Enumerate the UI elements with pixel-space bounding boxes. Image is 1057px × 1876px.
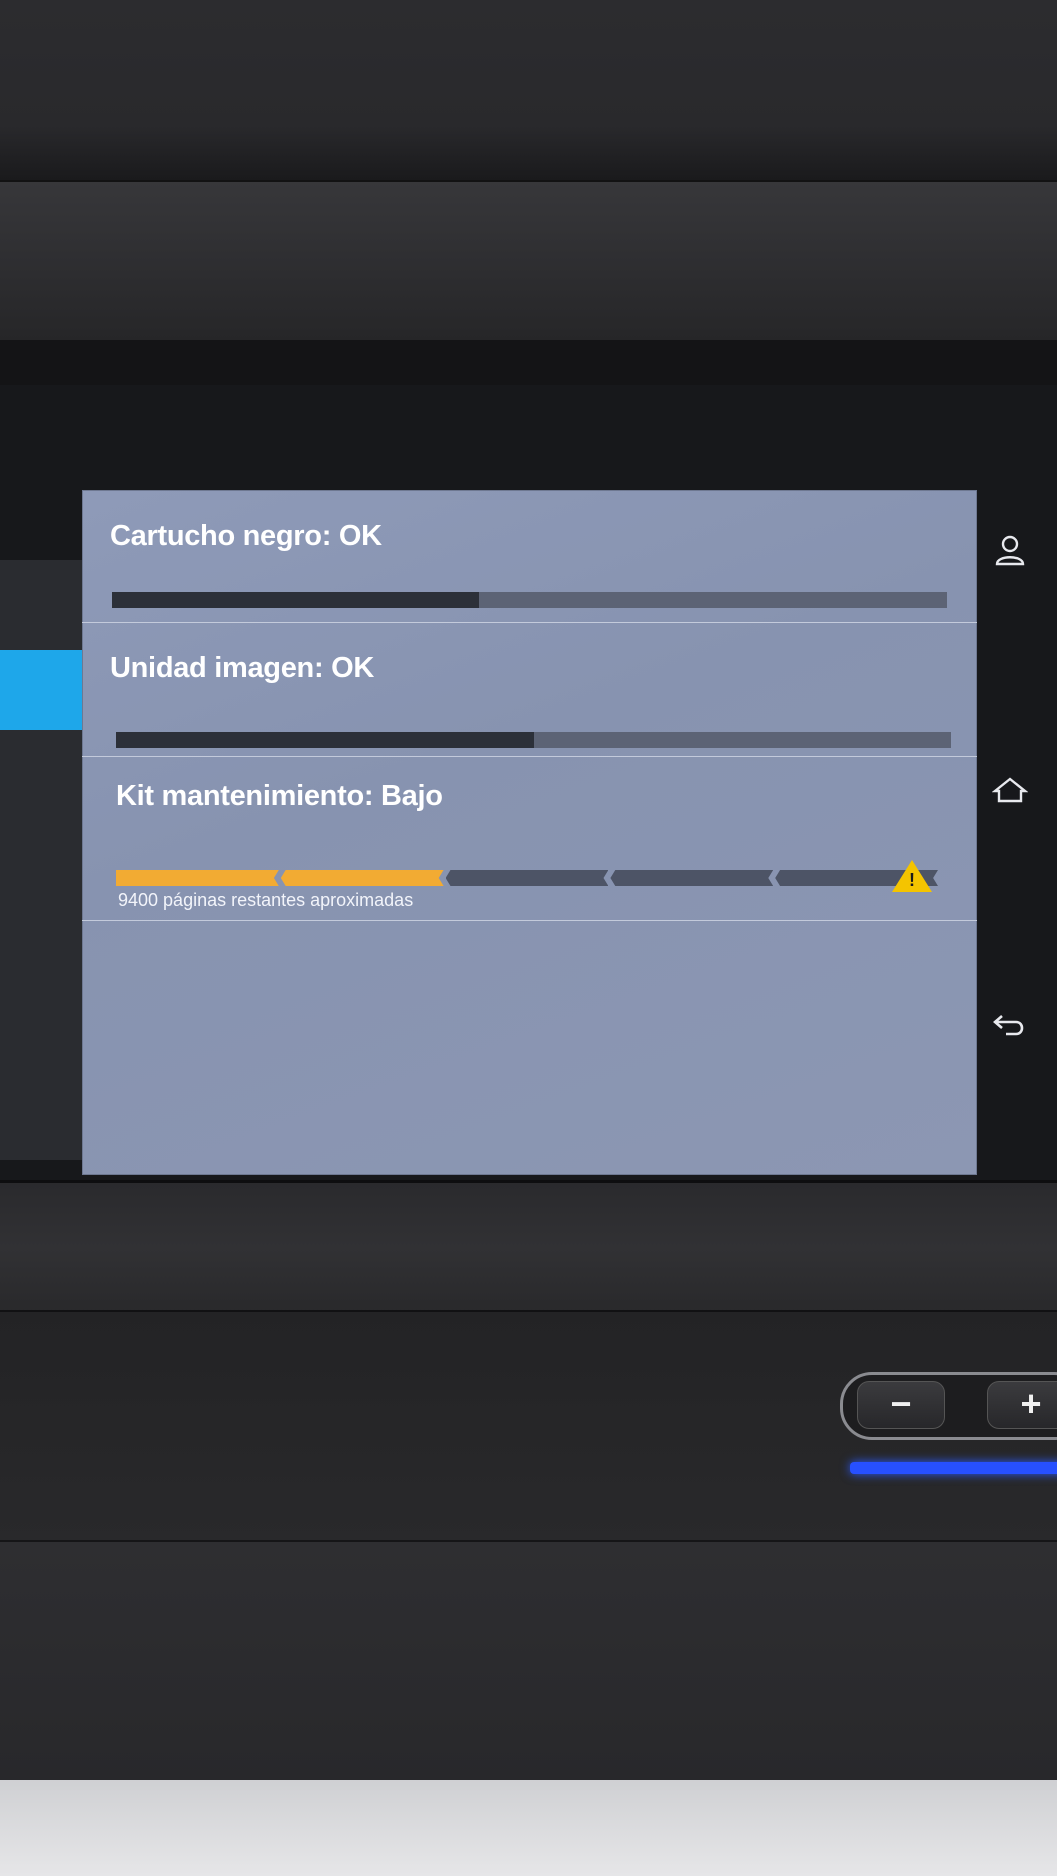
supply-level-bar	[116, 732, 951, 748]
screen-frame	[0, 340, 1057, 385]
background-app-accent	[0, 650, 88, 730]
segmented-level-bar	[116, 870, 940, 886]
status-light	[850, 1462, 1057, 1474]
supply-title: Unidad imagen: OK	[110, 652, 374, 684]
printer-scene: Cartucho negro: OK Unidad imagen: OK Kit…	[0, 0, 1057, 1876]
pages-remaining-note: 9400 páginas restantes aproximadas	[118, 890, 414, 910]
user-icon[interactable]	[985, 525, 1035, 575]
printer-top-housing	[0, 0, 1057, 180]
printer-upper-bezel	[0, 180, 1057, 342]
warning-exclamation-glyph: !	[909, 870, 915, 890]
supplies-status-panel: Cartucho negro: OK Unidad imagen: OK Kit…	[82, 490, 977, 1175]
volume-up-button[interactable]: +	[987, 1381, 1057, 1429]
level-segment-filled	[116, 870, 279, 886]
printer-lower-bezel	[0, 1180, 1057, 1313]
volume-control: − +	[840, 1372, 1057, 1440]
desk-surface	[0, 1780, 1057, 1876]
supply-level-fill	[116, 732, 534, 748]
level-segment-filled	[280, 870, 444, 886]
volume-down-button[interactable]: −	[857, 1381, 945, 1429]
supply-row-black-cartridge[interactable]: Cartucho negro: OK	[82, 490, 977, 623]
supply-row-maintenance-kit[interactable]: Kit mantenimiento: Bajo ! 9400 páginas r…	[82, 756, 977, 921]
supply-level-fill	[112, 592, 480, 608]
back-icon[interactable]	[985, 1000, 1035, 1050]
printer-lower-housing	[0, 1540, 1057, 1782]
home-icon[interactable]	[985, 765, 1035, 815]
supply-title: Cartucho negro: OK	[110, 520, 382, 552]
level-segment-empty	[445, 870, 609, 886]
level-segment-empty	[610, 870, 774, 886]
supply-level-bar	[112, 592, 947, 608]
supply-row-imaging-unit[interactable]: Unidad imagen: OK	[82, 622, 977, 757]
supply-title: Kit mantenimiento: Bajo	[116, 780, 443, 812]
